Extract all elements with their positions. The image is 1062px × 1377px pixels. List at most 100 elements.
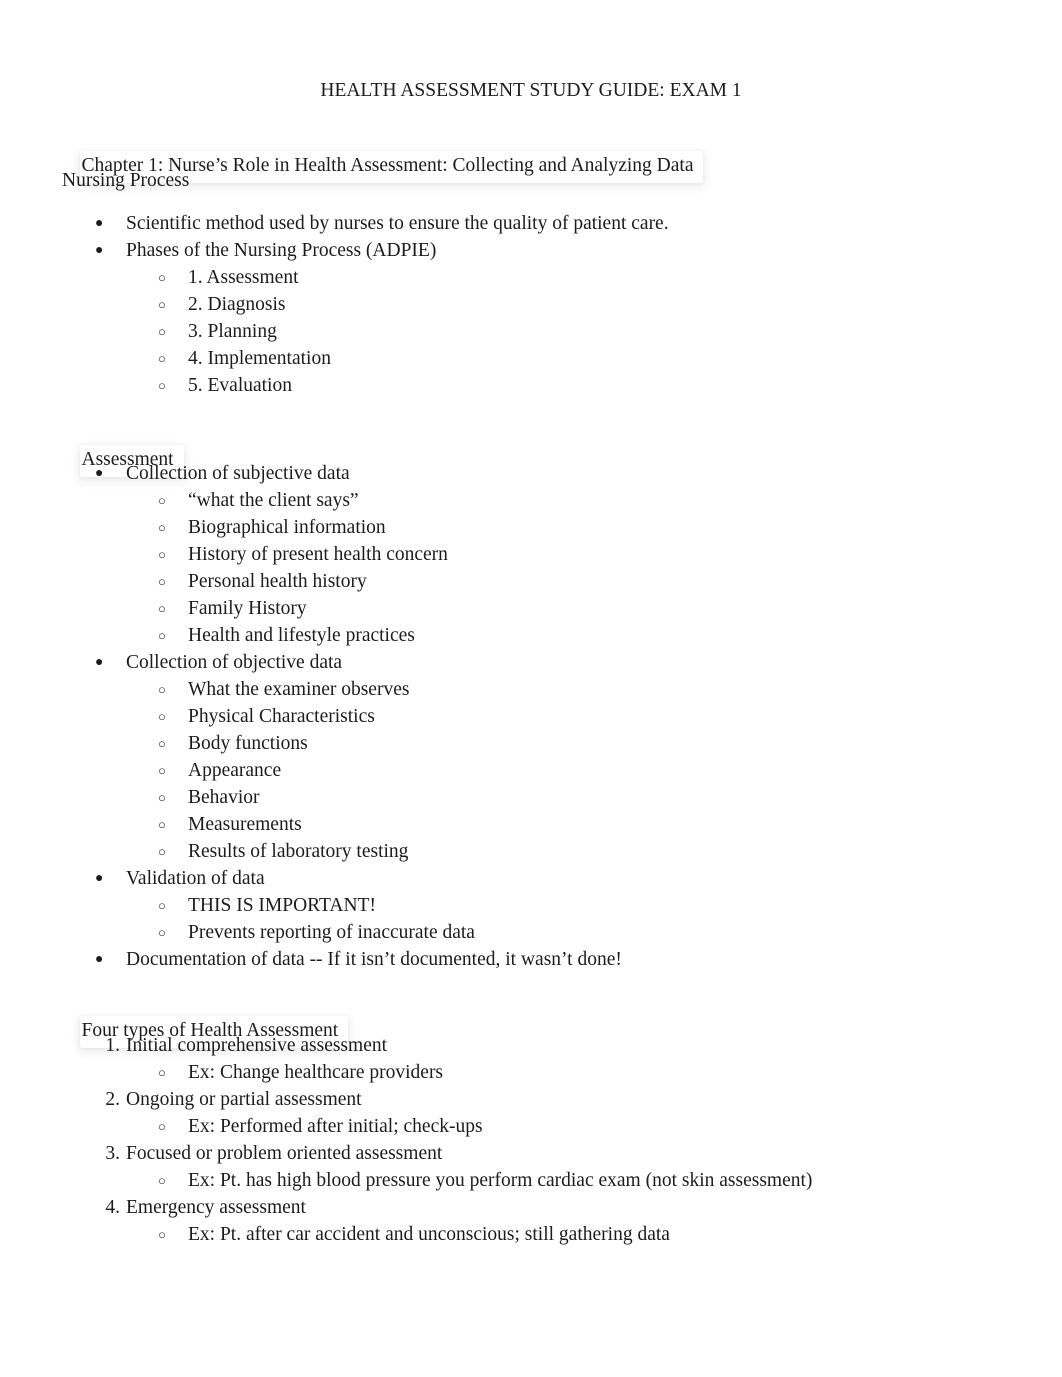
sub-list-item: ○ Biographical information	[62, 514, 622, 541]
disc-bullet-icon: ●	[95, 216, 104, 231]
list-item-label: 1. Assessment	[188, 267, 299, 288]
sub-list-item: ○ Prevents reporting of inaccurate data	[62, 919, 622, 946]
four-types-list: 1. Initial comprehensive assessment ○ Ex: C…	[62, 1032, 812, 1248]
list-item-label: “what the client says”	[188, 490, 359, 511]
document-page: HEALTH ASSESSMENT STUDY GUIDE: EXAM 1 Ch…	[0, 0, 1062, 1377]
circle-bullet-icon: ○	[158, 324, 166, 339]
list-item-label: Results of laboratory testing	[188, 841, 409, 862]
list-number: 3.	[105, 1143, 120, 1164]
circle-bullet-icon: ○	[158, 378, 166, 393]
sub-list-item: ○ 5. Evaluation	[62, 372, 669, 399]
sub-list-item: ○ Health and lifestyle practices	[62, 622, 622, 649]
list-item-label: Measurements	[188, 814, 302, 835]
sub-list-item: ○ Ex: Pt. has high blood pressure you per…	[62, 1167, 812, 1194]
circle-bullet-icon: ○	[158, 547, 166, 562]
list-item-label: 3. Planning	[188, 321, 277, 342]
circle-bullet-icon: ○	[158, 270, 166, 285]
circle-bullet-icon: ○	[158, 628, 166, 643]
sub-list-item: ○ Ex: Pt. after car accident and unconsci…	[62, 1221, 812, 1248]
list-item-label: Family History	[188, 598, 307, 619]
circle-bullet-icon: ○	[158, 817, 166, 832]
list-item: ● Collection of objective data	[62, 649, 622, 676]
list-item-label: Ex: Performed after initial; check-ups	[188, 1116, 483, 1137]
circle-bullet-icon: ○	[158, 898, 166, 913]
list-item-label: 5. Evaluation	[188, 375, 292, 396]
list-item: 2. Ongoing or partial assessment	[62, 1086, 812, 1113]
list-item-label: Body functions	[188, 733, 308, 754]
list-item-label: Ex: Pt. after car accident and unconscio…	[188, 1224, 670, 1245]
list-item-label: History of present health concern	[188, 544, 448, 565]
circle-bullet-icon: ○	[158, 925, 166, 940]
list-item: ● Documentation of data -- If it isn’t do…	[62, 946, 622, 973]
circle-bullet-icon: ○	[158, 682, 166, 697]
sub-list-item: ○ THIS IS IMPORTANT!	[62, 892, 622, 919]
list-item: ● Collection of subjective data	[62, 460, 622, 487]
sub-list-item: ○ Results of laboratory testing	[62, 838, 622, 865]
nursing-process-heading: Nursing Process	[62, 170, 190, 191]
list-item-label: Personal health history	[188, 571, 367, 592]
list-item-label: Physical Characteristics	[188, 706, 375, 727]
sub-list-item: ○ Ex: Performed after initial; check-ups	[62, 1113, 812, 1140]
disc-bullet-icon: ●	[95, 243, 104, 258]
circle-bullet-icon: ○	[158, 1173, 166, 1188]
list-item-label: Biographical information	[188, 517, 386, 538]
sub-list-item: ○ 2. Diagnosis	[62, 291, 669, 318]
sub-list-item: ○ 4. Implementation	[62, 345, 669, 372]
sub-list-item: ○ Body functions	[62, 730, 622, 757]
list-item-label: Collection of objective data	[126, 652, 343, 673]
circle-bullet-icon: ○	[158, 1119, 166, 1134]
sub-list-item: ○ “what the client says”	[62, 487, 622, 514]
list-item: ● Validation of data	[62, 865, 622, 892]
circle-bullet-icon: ○	[158, 763, 166, 778]
sub-list-item: ○ Personal health history	[62, 568, 622, 595]
list-item-label: Ongoing or partial assessment	[126, 1089, 362, 1110]
circle-bullet-icon: ○	[158, 790, 166, 805]
sub-list-item: ○ Behavior	[62, 784, 622, 811]
disc-bullet-icon: ●	[95, 466, 104, 481]
list-item-label: Emergency assessment	[126, 1197, 306, 1218]
list-item-label: Validation of data	[126, 868, 265, 889]
sub-list-item: ○ 1. Assessment	[62, 264, 669, 291]
list-item: ● Phases of the Nursing Process (ADPIE)	[62, 237, 669, 264]
list-item-label: THIS IS IMPORTANT!	[188, 895, 376, 916]
list-item-label: Behavior	[188, 787, 260, 808]
sub-list-item: ○ Family History	[62, 595, 622, 622]
list-item-label: Health and lifestyle practices	[188, 625, 415, 646]
sub-list-item: ○ Physical Characteristics	[62, 703, 622, 730]
circle-bullet-icon: ○	[158, 1065, 166, 1080]
list-item-label: Documentation of data -- If it isn’t doc…	[126, 949, 622, 970]
disc-bullet-icon: ●	[95, 871, 104, 886]
circle-bullet-icon: ○	[158, 1227, 166, 1242]
list-item: 4. Emergency assessment	[62, 1194, 812, 1221]
document-title: HEALTH ASSESSMENT STUDY GUIDE: EXAM 1	[320, 80, 742, 101]
nursing-process-list: ● Scientific method used by nurses to ens…	[62, 210, 669, 399]
circle-bullet-icon: ○	[158, 351, 166, 366]
list-item-label: Initial comprehensive assessment	[126, 1035, 388, 1056]
list-item-label: Collection of subjective data	[126, 463, 350, 484]
list-item: ● Scientific method used by nurses to ens…	[62, 210, 669, 237]
circle-bullet-icon: ○	[158, 574, 166, 589]
sub-list-item: ○ Measurements	[62, 811, 622, 838]
list-item: 3. Focused or problem oriented assessment	[62, 1140, 812, 1167]
list-number: 2.	[105, 1089, 120, 1110]
list-item: 1. Initial comprehensive assessment	[62, 1032, 812, 1059]
circle-bullet-icon: ○	[158, 709, 166, 724]
sub-list-item: ○ 3. Planning	[62, 318, 669, 345]
list-item-label: 4. Implementation	[188, 348, 331, 369]
list-item-label: What the examiner observes	[188, 679, 410, 700]
list-number: 1.	[105, 1035, 120, 1056]
circle-bullet-icon: ○	[158, 736, 166, 751]
list-item-label: Scientific method used by nurses to ensu…	[126, 213, 669, 234]
list-item-label: Ex: Pt. has high blood pressure you perf…	[188, 1170, 813, 1191]
list-item-label: 2. Diagnosis	[188, 294, 286, 315]
assessment-list: ● Collection of subjective data ○ “what the…	[62, 460, 622, 973]
list-item-label: Focused or problem oriented assessment	[126, 1143, 443, 1164]
list-item-label: Prevents reporting of inaccurate data	[188, 922, 475, 943]
disc-bullet-icon: ●	[95, 655, 104, 670]
sub-list-item: ○ Ex: Change healthcare providers	[62, 1059, 812, 1086]
circle-bullet-icon: ○	[158, 844, 166, 859]
sub-list-item: ○ What the examiner observes	[62, 676, 622, 703]
list-number: 4.	[105, 1197, 120, 1218]
sub-list-item: ○ Appearance	[62, 757, 622, 784]
list-item-label: Appearance	[188, 760, 282, 781]
